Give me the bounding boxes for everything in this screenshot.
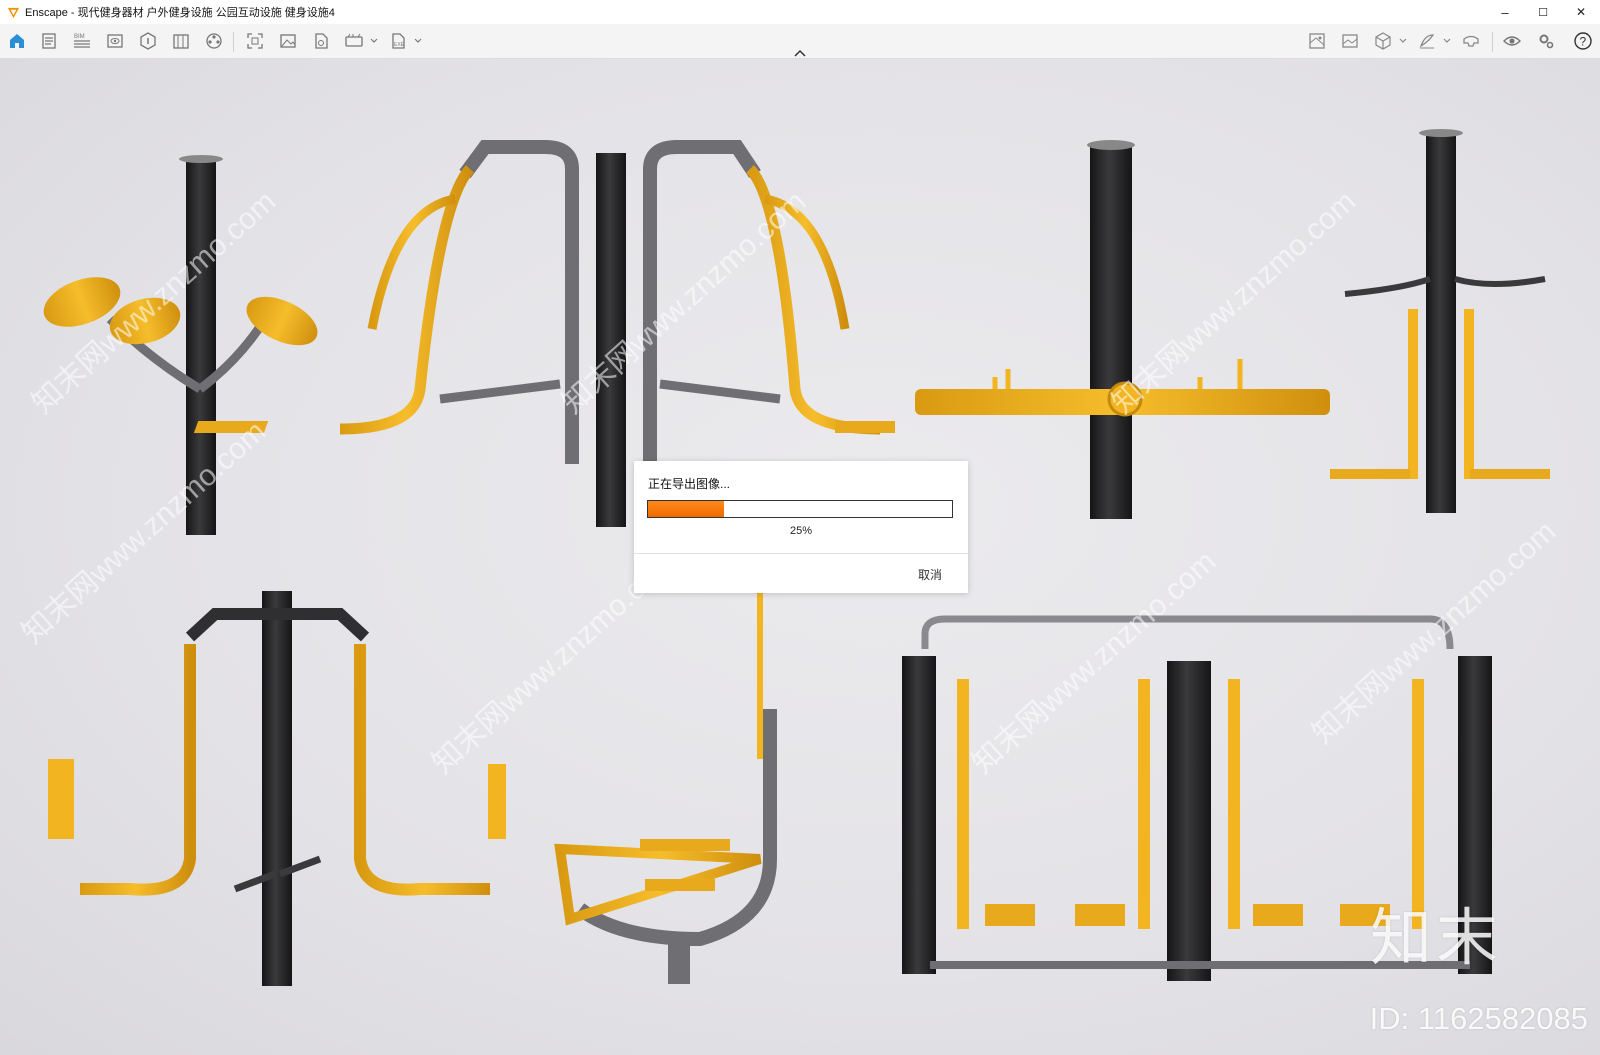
settings-film-icon (206, 33, 222, 49)
gallery-button[interactable] (1339, 30, 1361, 52)
cancel-button[interactable]: 取消 (918, 566, 942, 583)
bim-button[interactable]: BIM (71, 30, 93, 52)
visibility-icon (1503, 36, 1521, 46)
progress-bar-fill (648, 501, 724, 517)
screenshot-icon (247, 33, 263, 49)
image-id-watermark: ID: 1162582085 (1369, 1001, 1588, 1036)
visibility-button[interactable] (1501, 30, 1523, 52)
render-image-button[interactable] (277, 30, 299, 52)
map-icon (1309, 33, 1325, 49)
bar-equipment (915, 140, 1330, 519)
minimize-button[interactable]: – (1486, 0, 1524, 24)
home-icon (10, 34, 24, 48)
image-icon (280, 34, 296, 48)
chevron-down-icon[interactable] (414, 37, 422, 45)
export-icon: EXE (392, 33, 405, 49)
map-button[interactable] (1306, 30, 1328, 52)
batch-render-icon (315, 33, 328, 49)
dialog-title: 正在导出图像... (648, 477, 731, 491)
progress-bar (647, 500, 953, 518)
help-icon: ? (1574, 32, 1592, 50)
vr-icon (1463, 35, 1479, 47)
sit-push-equipment (48, 591, 506, 986)
settings-icon (1539, 34, 1554, 49)
document-icon (42, 33, 56, 49)
vr-headset-button[interactable] (1460, 30, 1482, 52)
maximize-button[interactable]: ☐ (1524, 0, 1562, 24)
library-icon (173, 34, 189, 49)
batch-render-button[interactable] (310, 30, 332, 52)
view-management-button[interactable] (104, 30, 126, 52)
close-button[interactable]: ✕ (1562, 0, 1600, 24)
project-info-button[interactable] (38, 30, 60, 52)
brand-watermark: 知末 (1369, 901, 1502, 974)
draw-icon (1419, 34, 1435, 49)
chevron-down-icon[interactable] (1399, 37, 1407, 45)
svg-text:BIM: BIM (74, 34, 85, 40)
air-walker-small-equipment (1330, 129, 1550, 513)
screenshot-button[interactable] (244, 30, 266, 52)
export-progress-dialog: 正在导出图像... 25% 取消 (634, 461, 968, 593)
divider (634, 553, 968, 554)
toolbar-separator (233, 32, 234, 52)
asset-library-button[interactable] (137, 30, 159, 52)
gallery-icon (1342, 34, 1358, 48)
panorama-icon (345, 33, 363, 47)
help-button[interactable]: ? (1572, 30, 1594, 52)
chevron-down-icon[interactable] (1443, 37, 1451, 45)
settings-button[interactable] (1535, 30, 1557, 52)
3d-view-button[interactable] (1372, 30, 1394, 52)
asset-icon (140, 32, 156, 50)
sketch-button[interactable] (1416, 30, 1438, 52)
export-button[interactable]: EXE (387, 30, 409, 52)
title-bar: Enscape - 现代健身器材 户外健身设施 公园互动设施 健身设施4 – ☐… (0, 0, 1600, 24)
svg-text:EXE: EXE (394, 42, 405, 48)
chevron-up-icon[interactable] (793, 48, 807, 58)
progress-percentage: 25% (789, 525, 813, 537)
material-library-button[interactable] (170, 30, 192, 52)
view-icon (107, 34, 123, 48)
enscape-logo-icon (7, 7, 20, 18)
bim-icon: BIM (74, 34, 90, 48)
chevron-down-icon[interactable] (370, 37, 378, 45)
panorama-button[interactable] (343, 30, 365, 52)
window-title: Enscape - 现代健身器材 户外健身设施 公园互动设施 健身设施4 (25, 7, 335, 19)
window-controls: – ☐ ✕ (1486, 0, 1600, 24)
home-button[interactable] (6, 30, 28, 52)
toolbar-separator (1492, 32, 1493, 52)
svg-text:?: ? (1580, 35, 1587, 49)
cube-icon (1375, 32, 1391, 50)
visual-settings-button[interactable] (203, 30, 225, 52)
